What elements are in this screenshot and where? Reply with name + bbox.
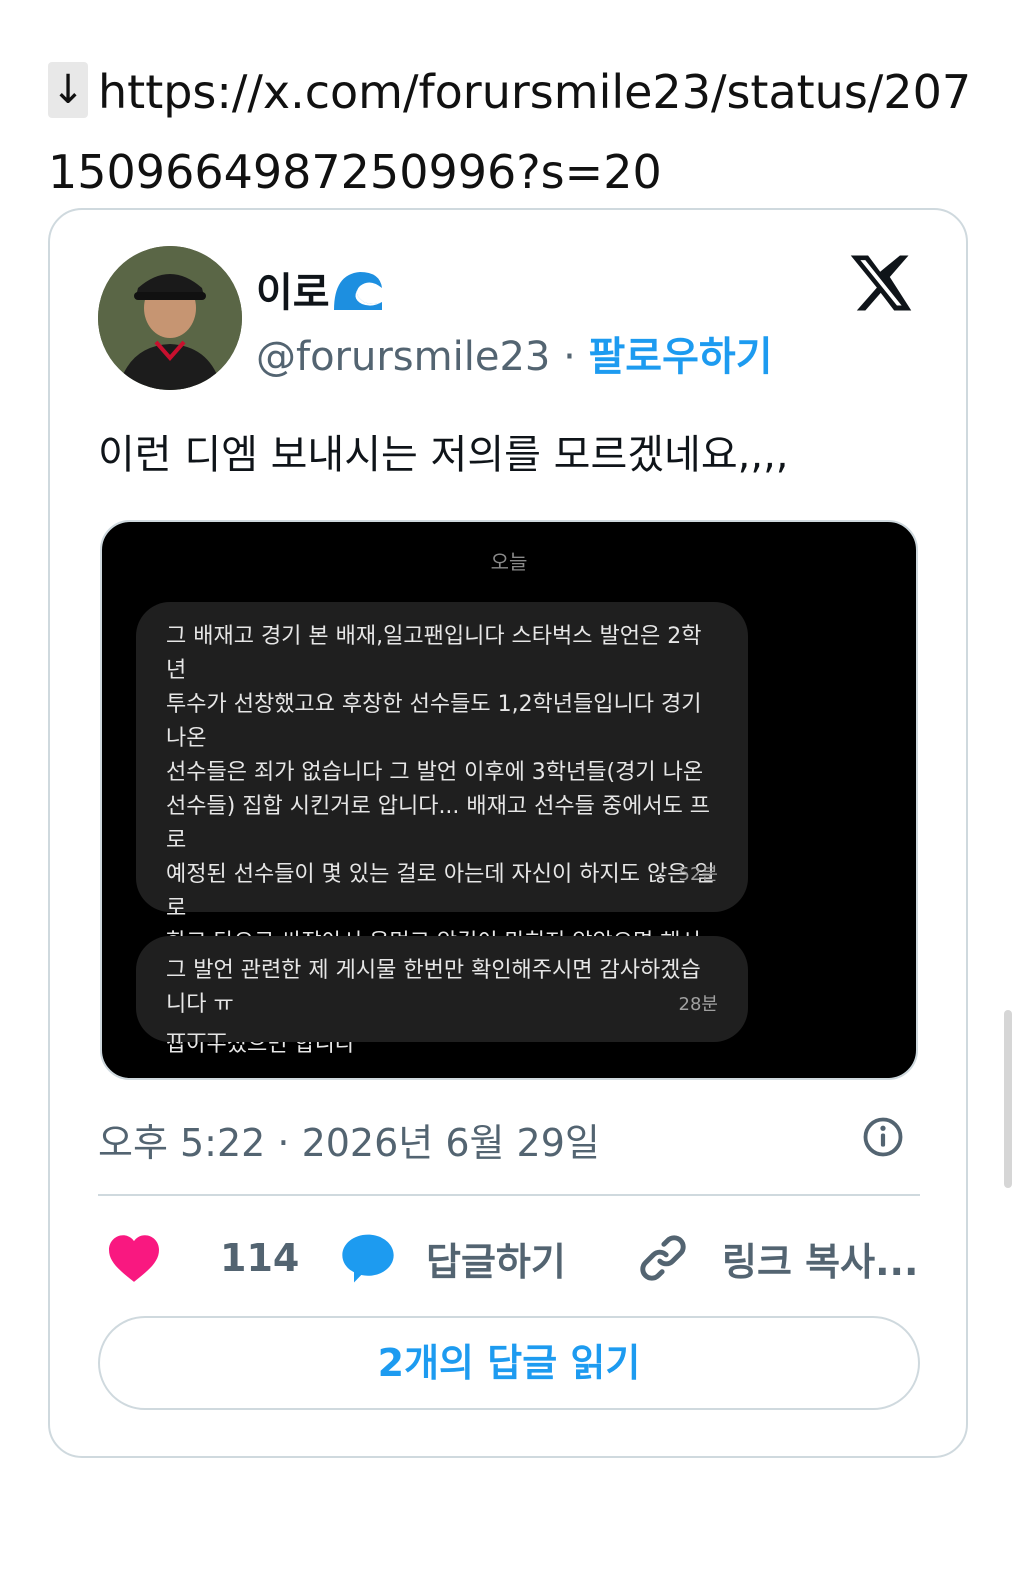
x-logo-icon[interactable] <box>848 250 914 316</box>
display-name[interactable]: 이로 <box>256 260 384 318</box>
tweet-media-image[interactable]: 오늘 그 배재고 경기 본 배재,일고팬입니다 스타벅스 발언은 2학년 투수가… <box>100 520 918 1080</box>
divider <box>98 1194 920 1196</box>
dm-message-bubble: 그 배재고 경기 본 배재,일고팬입니다 스타벅스 발언은 2학년 투수가 선창… <box>136 602 748 1057</box>
copy-link-label: 링크 복사... <box>722 1239 919 1284</box>
avatar-photo <box>98 246 242 390</box>
tweet-url[interactable]: ↓ https://x.com/forursmile23/status/20715… <box>48 52 988 212</box>
link-icon <box>640 1235 686 1281</box>
like-count: 114 <box>220 1236 300 1280</box>
reply-label: 답글하기 <box>426 1239 566 1284</box>
wave-emoji-icon <box>333 272 382 310</box>
follow-button[interactable]: 팔로우하기 <box>589 334 773 380</box>
dm-message-time: 52분 <box>678 864 718 885</box>
display-name-text[interactable]: 이로 <box>256 270 330 316</box>
dm-message-bubble: 그 발언 관련한 제 게시물 한번만 확인해주시면 감사하겠습니다 ㅠ ㅠㅜㅜ … <box>136 936 748 1051</box>
heart-icon <box>109 1235 159 1282</box>
user-handle[interactable]: @forursmile23 <box>256 334 550 380</box>
tweet-text: 이런 디엠 보내시는 저의를 모르겠네요,,,, <box>98 432 789 478</box>
separator-dot: · <box>563 334 576 380</box>
tweet-embed-card[interactable]: 이로 @forursmile23 · 팔로우하기 이런 디엠 보내시는 저의를 … <box>48 208 968 1458</box>
scrollbar[interactable] <box>1004 1010 1012 1188</box>
reply-bubble-icon <box>342 1234 394 1283</box>
reply-button[interactable]: 답글하기 <box>340 1230 566 1286</box>
down-arrow-icon: ↓ <box>48 61 88 118</box>
dm-message-text: 그 발언 관련한 제 게시물 한번만 확인해주시면 감사하겠습니다 ㅠ ㅠㅜㅜ <box>166 958 701 1051</box>
handle-row: @forursmile23 · 팔로우하기 <box>256 324 773 382</box>
tweet-timestamp[interactable]: 오후 5:22 · 2026년 6월 29일 <box>98 1112 600 1167</box>
read-replies-button[interactable]: 2개의 답글 읽기 <box>98 1316 920 1410</box>
dm-date-label: 오늘 <box>490 550 528 574</box>
copy-link-button[interactable]: 링크 복사... <box>636 1230 918 1286</box>
avatar[interactable] <box>98 246 242 390</box>
tweet-url-text[interactable]: https://x.com/forursmile23/status/207150… <box>48 65 971 199</box>
dm-message-time: 28분 <box>678 994 718 1015</box>
like-button[interactable]: 114 <box>106 1230 299 1286</box>
info-icon[interactable] <box>862 1116 904 1158</box>
